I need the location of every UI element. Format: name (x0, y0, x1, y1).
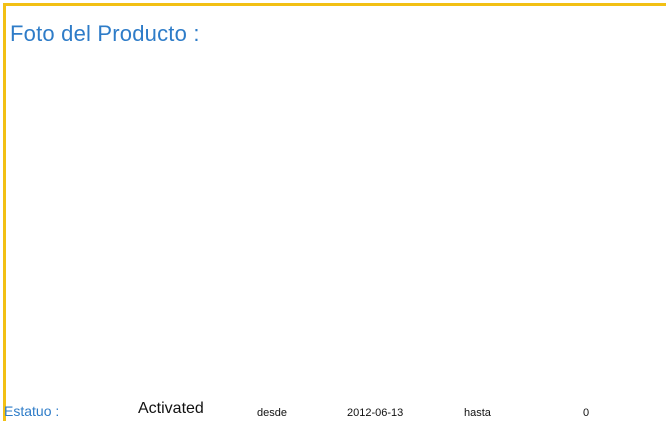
page: Foto del Producto : Estatuo : Activated … (0, 0, 666, 421)
since-date: 2012-06-13 (347, 407, 404, 419)
panel-title: Foto del Producto : (10, 21, 200, 46)
until-value: 0 (583, 407, 590, 419)
status-label: Estatuo : (4, 403, 60, 419)
until-label: hasta (464, 407, 491, 419)
status-value: Activated (138, 400, 204, 417)
product-photo-panel: Foto del Producto : (3, 3, 666, 421)
since-label: desde (257, 407, 287, 419)
product-photo-area (10, 56, 650, 396)
status-row: Estatuo : Activated desde 2012-06-13 has… (0, 400, 666, 421)
